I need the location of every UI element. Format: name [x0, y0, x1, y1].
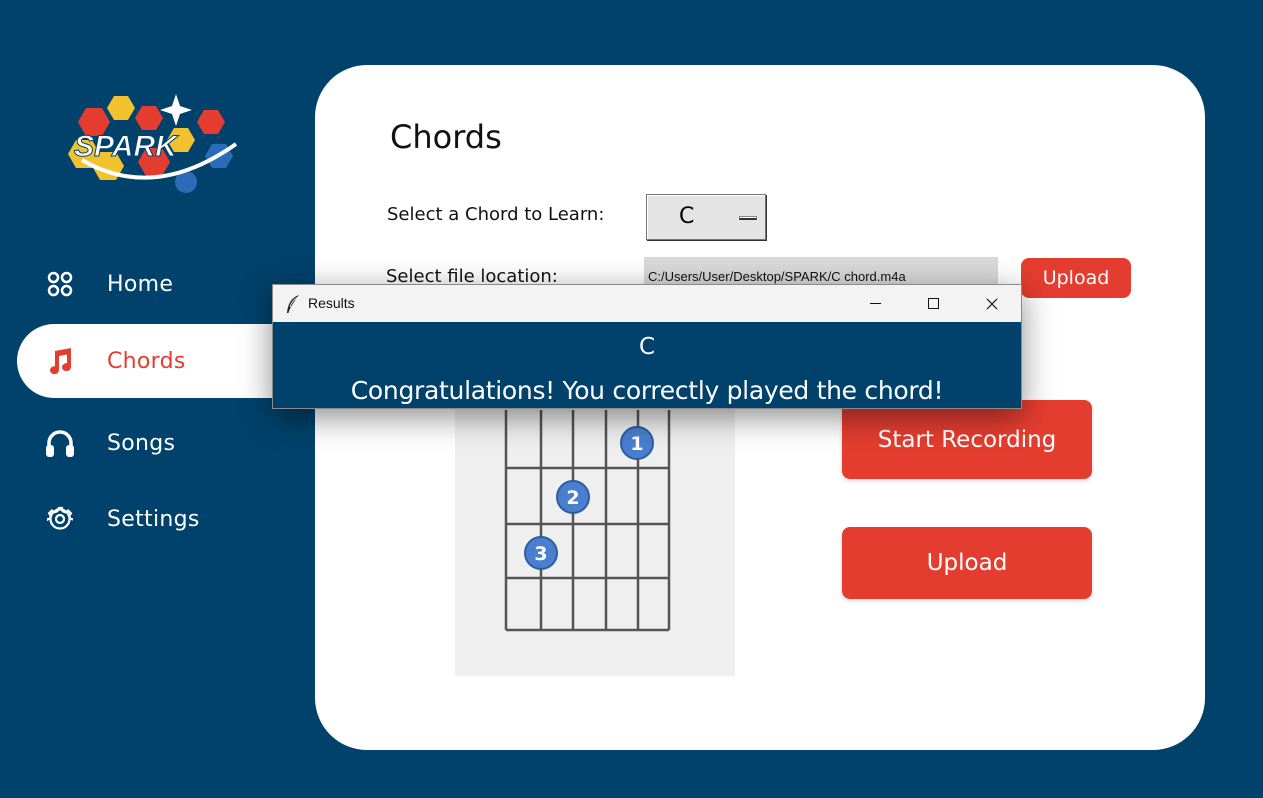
headphones-icon [45, 428, 75, 458]
option-menu-indicator-icon [739, 216, 757, 220]
sidebar-item-label: Chords [107, 348, 186, 374]
chord-select-label: Select a Chord to Learn: [387, 204, 605, 225]
results-dialog: Results C Congratulations! You correctly… [272, 284, 1022, 409]
svg-text:1: 1 [630, 433, 643, 455]
feather-icon [285, 294, 301, 314]
chord-select-value: C [679, 204, 695, 229]
music-note-icon [45, 346, 75, 376]
sidebar-item-label: Home [107, 271, 174, 297]
chord-select[interactable]: C [646, 194, 766, 240]
close-button[interactable] [963, 285, 1021, 322]
chord-diagram: 1 2 3 [455, 400, 735, 676]
upload-button[interactable]: Upload [842, 527, 1092, 599]
finger-dot-3: 3 [524, 536, 558, 570]
svg-text:2: 2 [566, 487, 579, 509]
page-title: Chords [390, 118, 502, 156]
maximize-icon [927, 298, 939, 309]
finger-dot-2: 2 [556, 480, 590, 514]
minimize-icon [869, 303, 881, 304]
sidebar-item-songs[interactable]: Songs [17, 406, 317, 480]
grid-icon [45, 269, 75, 299]
minimize-button[interactable] [846, 285, 904, 322]
upload-file-button[interactable]: Upload [1021, 258, 1131, 298]
sidebar-item-label: Settings [107, 506, 200, 532]
dialog-body: C Congratulations! You correctly played … [273, 322, 1021, 408]
sidebar-item-settings[interactable]: Settings [17, 482, 317, 556]
dialog-titlebar[interactable]: Results [273, 285, 1021, 322]
spark-logo: SPARK [64, 92, 244, 202]
gear-icon [45, 504, 75, 534]
start-recording-button[interactable]: Start Recording [842, 400, 1092, 479]
maximize-button[interactable] [904, 285, 962, 322]
sidebar-item-label: Songs [107, 430, 176, 456]
finger-dot-1: 1 [620, 426, 654, 460]
result-chord: C [638, 334, 656, 360]
logo-text: SPARK [74, 130, 179, 163]
result-message: Congratulations! You correctly played th… [350, 376, 944, 405]
close-icon [986, 298, 998, 309]
svg-text:3: 3 [534, 543, 547, 565]
dialog-title: Results [308, 295, 355, 311]
